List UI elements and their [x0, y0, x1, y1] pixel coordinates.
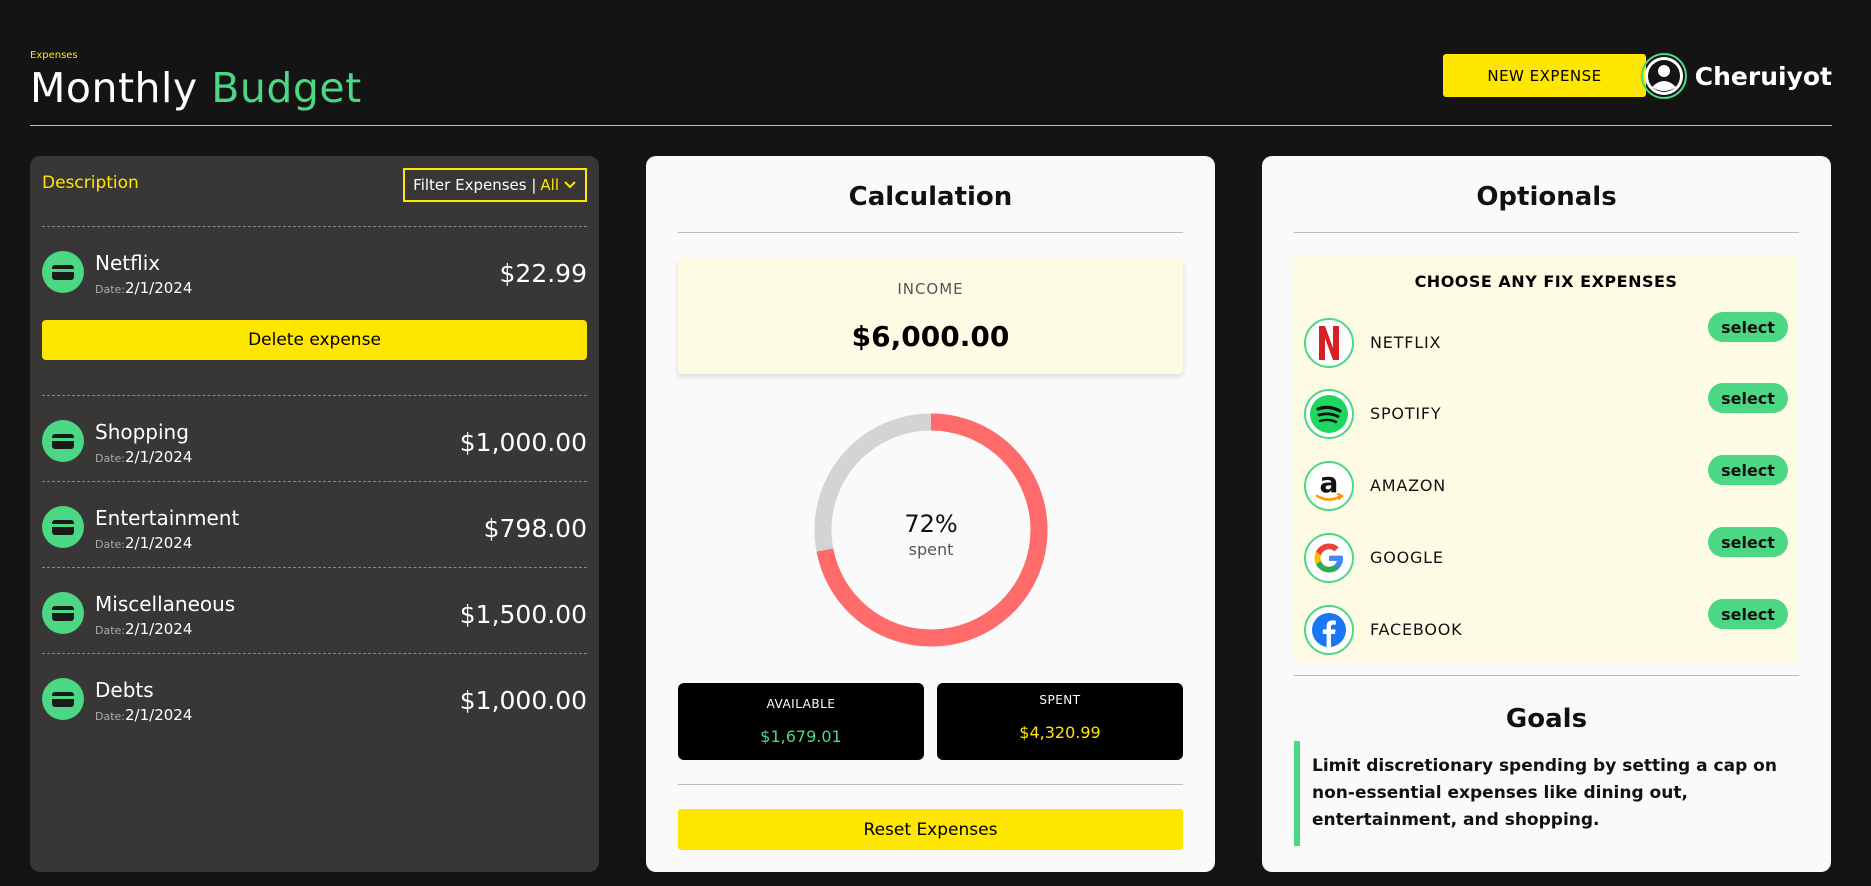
expense-name: Entertainment	[95, 506, 240, 530]
spotify-icon	[1304, 389, 1354, 439]
expense-date: Date:2/1/2024	[95, 448, 192, 466]
header-divider	[30, 125, 1832, 126]
date-label: Date:	[95, 538, 125, 551]
date-label: Date:	[95, 624, 125, 637]
title-part-budget: Budget	[211, 64, 362, 112]
expense-date: Date:2/1/2024	[95, 279, 192, 297]
expense-item[interactable]: Netflix Date:2/1/2024 $22.99 Delete expe…	[42, 226, 587, 360]
user-profile[interactable]: Cheruiyot	[1640, 52, 1832, 100]
available-value: $1,679.01	[760, 727, 842, 746]
fixed-expense-name: GOOGLE	[1370, 548, 1444, 567]
spent-percent: 72%	[904, 510, 958, 538]
fixed-expense-name: FACEBOOK	[1370, 620, 1463, 639]
available-card: AVAILABLE $1,679.01	[678, 683, 924, 760]
divider	[678, 784, 1183, 785]
expense-name: Miscellaneous	[95, 592, 236, 616]
optionals-panel: Optionals CHOOSE ANY FIX EXPENSES NETFLI…	[1262, 156, 1831, 872]
expense-item[interactable]: Debts Date:2/1/2024 $1,000.00	[42, 653, 587, 739]
expense-date: Date:2/1/2024	[95, 706, 192, 724]
new-expense-button[interactable]: NEW EXPENSE	[1443, 54, 1646, 97]
expense-amount: $22.99	[499, 259, 587, 288]
divider	[1294, 675, 1799, 676]
expenses-panel: Description Filter Expenses | All Netfli…	[30, 156, 599, 872]
avatar[interactable]	[1640, 53, 1687, 99]
chevron-down-icon	[564, 181, 576, 189]
fixed-expense-item-google: GOOGLE select	[1304, 527, 1788, 583]
expense-item[interactable]: Miscellaneous Date:2/1/2024 $1,500.00	[42, 567, 587, 653]
spent-label: SPENT	[1039, 693, 1081, 707]
expense-amount: $1,500.00	[459, 600, 587, 629]
reset-expenses-button[interactable]: Reset Expenses	[678, 809, 1183, 850]
expense-amount: $1,000.00	[459, 686, 587, 715]
filter-label: Filter Expenses |	[413, 176, 537, 194]
credit-card-icon	[42, 420, 84, 462]
spent-caption: spent	[908, 540, 954, 559]
credit-card-icon	[42, 251, 84, 293]
app-header: Expenses Monthly Budget NEW EXPENSE Cher…	[30, 46, 1832, 126]
amazon-icon: a	[1304, 461, 1354, 511]
expenses-panel-title: Description	[42, 173, 139, 193]
title-part-monthly: Monthly	[30, 64, 198, 112]
brand-eyebrow: Expenses	[30, 50, 78, 61]
available-label: AVAILABLE	[766, 697, 836, 711]
expense-amount: $798.00	[483, 514, 587, 543]
date-value: 2/1/2024	[125, 279, 193, 297]
netflix-icon	[1304, 318, 1354, 368]
fixed-expenses-box: CHOOSE ANY FIX EXPENSES NETFLIX select S…	[1294, 256, 1798, 664]
divider	[678, 232, 1183, 233]
optionals-title: Optionals	[1476, 182, 1617, 212]
date-label: Date:	[95, 452, 125, 465]
expense-date: Date:2/1/2024	[95, 620, 192, 638]
spent-card: SPENT $4,320.99	[937, 683, 1183, 760]
fixed-expenses-title: CHOOSE ANY FIX EXPENSES	[1414, 272, 1678, 291]
goals-title: Goals	[1505, 704, 1588, 734]
calculation-panel: Calculation INCOME $6,000.00 72% spent A…	[646, 156, 1215, 872]
fixed-expense-item-facebook: FACEBOOK select	[1304, 599, 1788, 655]
expense-name: Netflix	[95, 251, 161, 275]
income-value: $6,000.00	[851, 320, 1010, 353]
select-button-netflix[interactable]: select	[1708, 312, 1788, 342]
fixed-expense-name: NETFLIX	[1370, 333, 1442, 352]
fixed-expense-item-amazon: a AMAZON select	[1304, 455, 1788, 511]
date-label: Date:	[95, 283, 125, 296]
goal-text: Limit discretionary spending by setting …	[1294, 741, 1798, 846]
svg-text:a: a	[1320, 466, 1339, 499]
fixed-expense-name: AMAZON	[1370, 476, 1447, 495]
expense-date: Date:2/1/2024	[95, 534, 192, 552]
filter-value: All	[540, 176, 559, 194]
user-icon	[1644, 57, 1683, 95]
spent-value: $4,320.99	[1019, 723, 1101, 742]
select-button-facebook[interactable]: select	[1708, 599, 1788, 629]
expense-amount: $1,000.00	[459, 428, 587, 457]
fixed-expense-name: SPOTIFY	[1370, 404, 1442, 423]
income-label: INCOME	[897, 280, 964, 298]
select-button-spotify[interactable]: select	[1708, 383, 1788, 413]
divider	[1294, 232, 1799, 233]
date-value: 2/1/2024	[125, 534, 193, 552]
filter-expenses-dropdown[interactable]: Filter Expenses | All	[403, 168, 587, 202]
expense-name: Debts	[95, 678, 154, 702]
page-title: Monthly Budget	[30, 64, 362, 112]
date-value: 2/1/2024	[125, 620, 193, 638]
credit-card-icon	[42, 592, 84, 634]
google-icon	[1304, 533, 1354, 583]
fixed-expense-item-spotify: SPOTIFY select	[1304, 383, 1788, 439]
expense-list: Netflix Date:2/1/2024 $22.99 Delete expe…	[42, 226, 587, 739]
user-name: Cheruiyot	[1694, 61, 1832, 91]
calculation-title: Calculation	[848, 182, 1013, 212]
credit-card-icon	[42, 506, 84, 548]
expense-name: Shopping	[95, 420, 189, 444]
select-button-amazon[interactable]: select	[1708, 455, 1788, 485]
credit-card-icon	[42, 678, 84, 720]
date-value: 2/1/2024	[125, 448, 193, 466]
expense-item[interactable]: Shopping Date:2/1/2024 $1,000.00	[42, 395, 587, 481]
expense-item[interactable]: Entertainment Date:2/1/2024 $798.00	[42, 481, 587, 567]
fixed-expense-item-netflix: NETFLIX select	[1304, 312, 1788, 368]
date-label: Date:	[95, 710, 125, 723]
select-button-google[interactable]: select	[1708, 527, 1788, 557]
spent-donut-chart: 72% spent	[811, 410, 1051, 650]
facebook-icon	[1304, 605, 1354, 655]
date-value: 2/1/2024	[125, 706, 193, 724]
income-card: INCOME $6,000.00	[678, 258, 1183, 374]
